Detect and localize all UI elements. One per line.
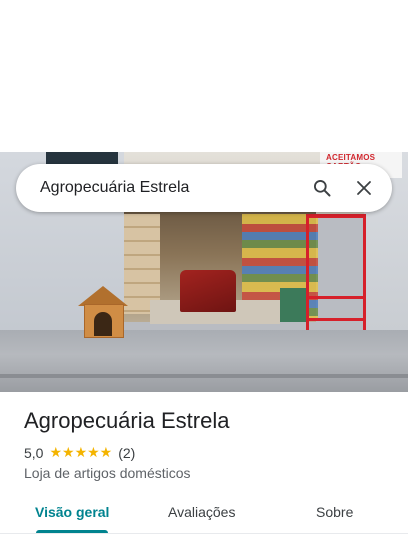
tab-about[interactable]: Sobre xyxy=(316,504,353,520)
tabs-divider xyxy=(0,533,408,534)
search-bar[interactable]: Agropecuária Estrela xyxy=(16,164,392,212)
dog-kennel xyxy=(78,286,128,338)
red-cart xyxy=(180,270,236,312)
tab-reviews[interactable]: Avaliações xyxy=(168,504,235,520)
feed-sacks xyxy=(124,214,160,314)
place-category: Loja de artigos domésticos xyxy=(24,465,191,481)
search-input[interactable]: Agropecuária Estrela xyxy=(40,179,294,197)
sidewalk xyxy=(0,330,408,392)
rating-row[interactable]: 5,0 ★★★★★ (2) xyxy=(24,444,135,461)
tab-overview[interactable]: Visão geral xyxy=(35,504,109,520)
dark-sign xyxy=(46,152,118,164)
curb xyxy=(0,374,408,378)
star-rating-icon: ★★★★★ xyxy=(49,444,113,460)
review-count[interactable]: (2) xyxy=(118,445,135,461)
place-title: Agropecuária Estrela xyxy=(24,408,230,433)
blank-area xyxy=(0,0,408,152)
red-tool-rack xyxy=(306,214,366,344)
tab-bar: Visão geral Avaliações Sobre xyxy=(0,494,408,534)
green-crates xyxy=(280,288,308,322)
search-icon[interactable] xyxy=(308,174,336,202)
close-icon[interactable] xyxy=(350,174,378,202)
rating-value: 5,0 xyxy=(24,444,44,461)
